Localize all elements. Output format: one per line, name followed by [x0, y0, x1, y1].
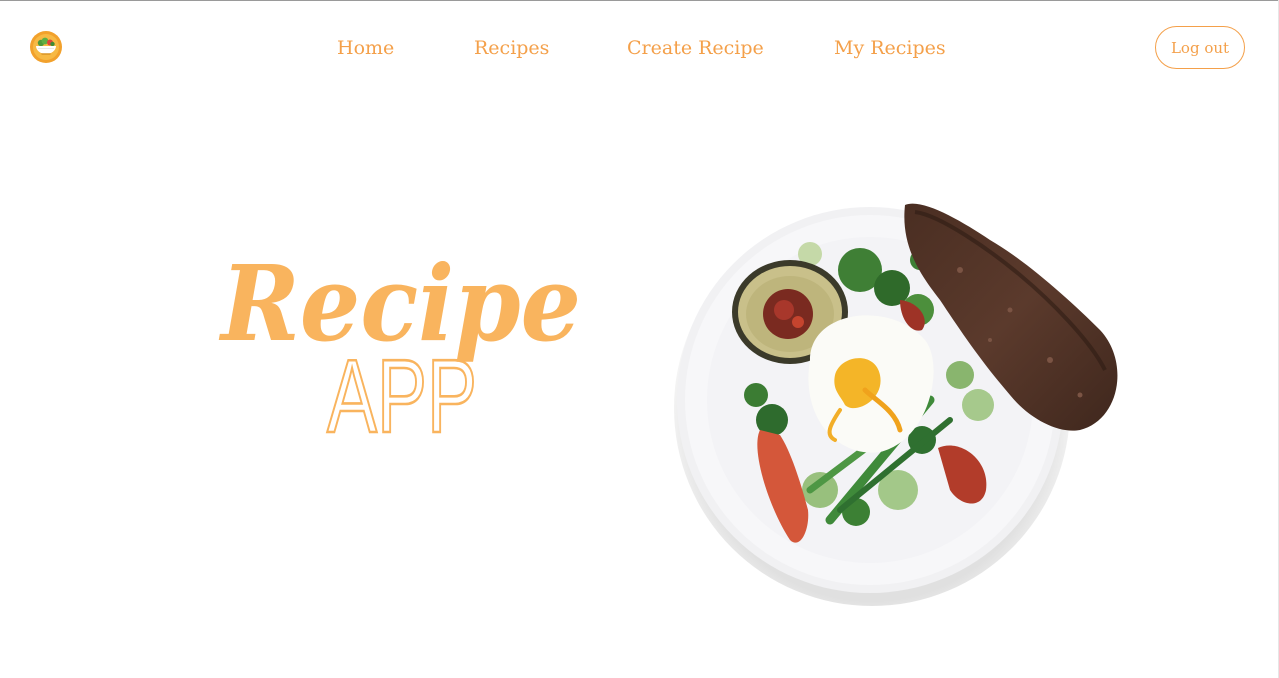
hero-title: APP Recipe: [215, 235, 595, 456]
hero-title-script: Recipe: [218, 242, 581, 365]
plate-of-food-image: [660, 190, 1150, 610]
navbar: Home Recipes Create Recipe My Recipes Lo…: [0, 1, 1279, 93]
nav-link-my-recipes[interactable]: My Recipes: [834, 33, 946, 63]
salad-bowl-icon[interactable]: [30, 31, 62, 63]
nav-link-home[interactable]: Home: [337, 33, 394, 63]
nav-link-create-recipe[interactable]: Create Recipe: [627, 33, 764, 63]
logout-button[interactable]: Log out: [1155, 26, 1245, 69]
nav-link-recipes[interactable]: Recipes: [474, 33, 549, 63]
